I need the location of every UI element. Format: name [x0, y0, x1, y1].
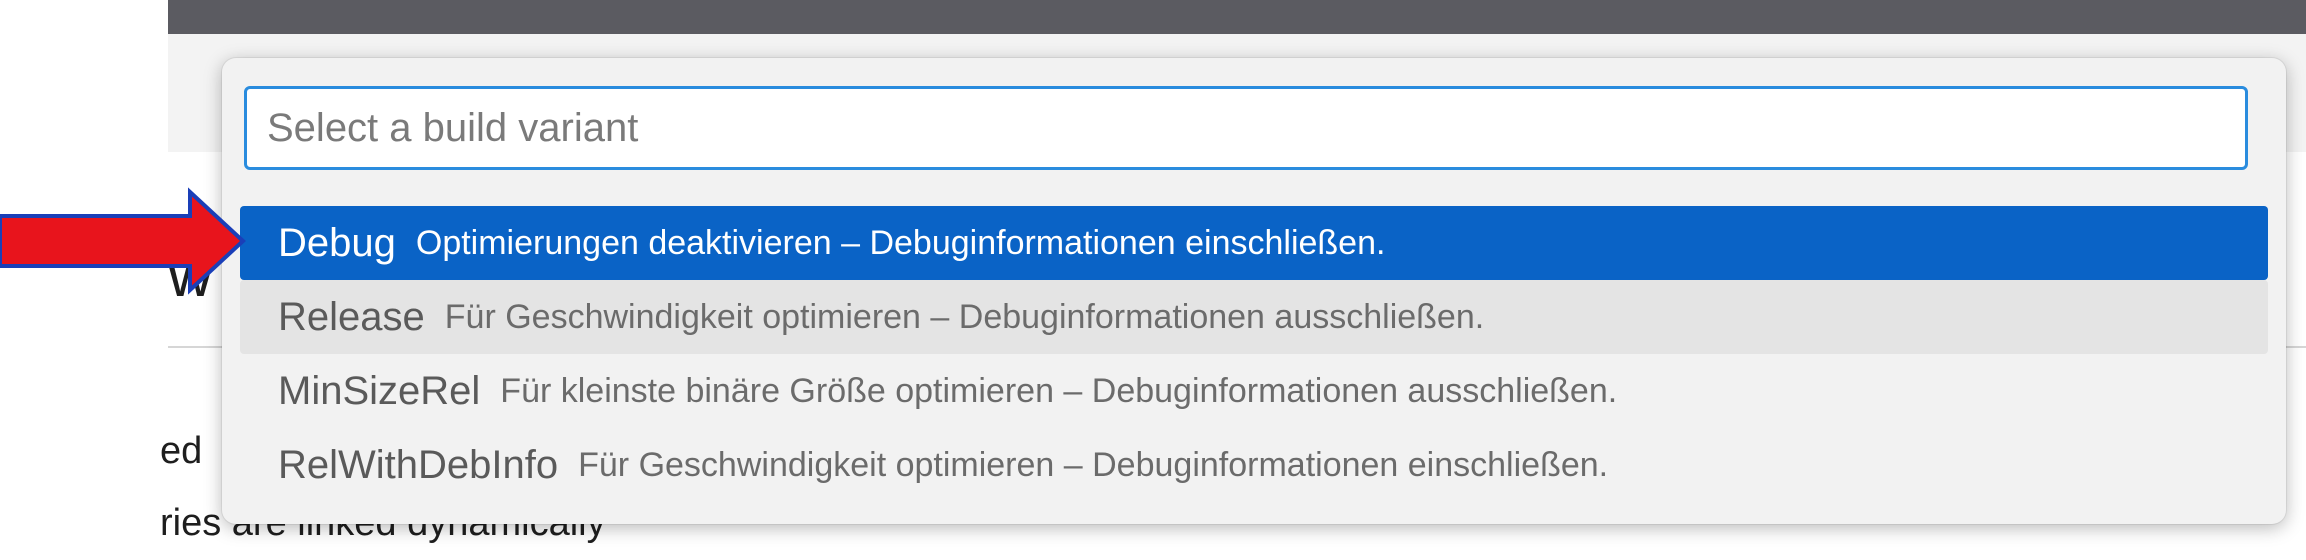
option-description: Für Geschwindigkeit optimieren – Debugin… [578, 445, 1609, 484]
build-variant-option-release[interactable]: Release Für Geschwindigkeit optimieren –… [240, 280, 2268, 354]
red-arrow-icon [0, 187, 246, 295]
document-text-line: ed [160, 430, 203, 472]
option-description: Für kleinste binäre Größe optimieren – D… [500, 371, 1618, 410]
build-variant-option-debug[interactable]: Debug Optimierungen deaktivieren – Debug… [240, 206, 2268, 280]
option-description: Optimierungen deaktivieren – Debuginform… [415, 223, 1386, 262]
build-variant-list: Debug Optimierungen deaktivieren – Debug… [240, 206, 2268, 502]
build-variant-option-relwithdebinfo[interactable]: RelWithDebInfo Für Geschwindigkeit optim… [240, 428, 2268, 502]
option-label: Debug [278, 220, 396, 265]
option-label: RelWithDebInfo [278, 442, 559, 487]
option-label: MinSizeRel [278, 368, 481, 413]
build-variant-option-minsizerel[interactable]: MinSizeRel Für kleinste binäre Größe opt… [240, 354, 2268, 428]
title-bar [168, 0, 2306, 34]
option-description: Für Geschwindigkeit optimieren – Debugin… [444, 297, 1485, 336]
build-variant-quick-pick: Debug Optimierungen deaktivieren – Debug… [222, 58, 2286, 524]
option-label: Release [278, 294, 425, 339]
build-variant-search-input[interactable] [244, 86, 2248, 170]
